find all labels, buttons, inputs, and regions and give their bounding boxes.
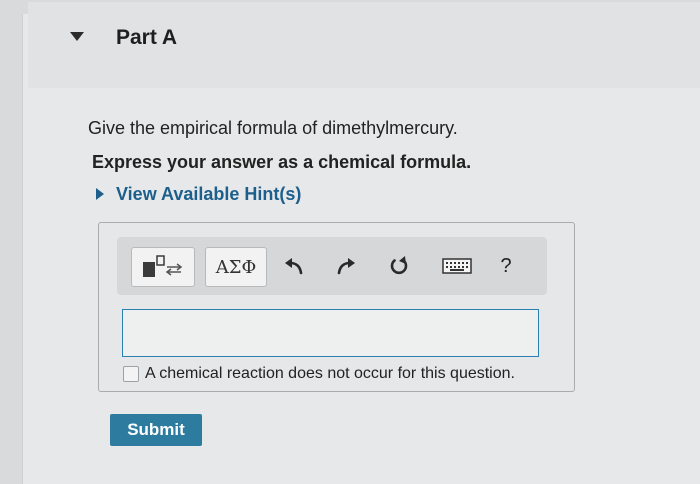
collapse-caret-icon[interactable] <box>70 32 84 41</box>
answer-box: ΑΣΦ ? A chemical reaction does not occur… <box>98 222 575 392</box>
keyboard-button[interactable] <box>437 247 477 285</box>
redo-button[interactable] <box>329 247 363 285</box>
redo-icon <box>337 258 355 275</box>
undo-icon <box>285 258 303 275</box>
submit-button[interactable]: Submit <box>110 414 202 446</box>
template-icon <box>143 255 183 277</box>
answer-instruction: Express your answer as a chemical formul… <box>92 152 472 172</box>
no-reaction-option[interactable]: A chemical reaction does not occur for t… <box>123 363 515 385</box>
undo-button[interactable] <box>277 247 311 285</box>
formula-toolbar: ΑΣΦ ? <box>117 237 547 295</box>
template-button[interactable] <box>131 247 195 287</box>
greek-symbols-button[interactable]: ΑΣΦ <box>205 247 267 287</box>
no-reaction-checkbox[interactable] <box>123 366 139 382</box>
view-hints-toggle[interactable]: View Available Hint(s) <box>96 182 301 206</box>
answer-input[interactable] <box>122 309 539 357</box>
part-title: Part A <box>116 26 178 49</box>
no-reaction-label[interactable]: A chemical reaction does not occur for t… <box>145 365 515 383</box>
keyboard-icon <box>442 258 472 274</box>
question-prompt: Give the empirical formula of dimethylme… <box>88 118 458 138</box>
reset-icon <box>390 256 408 275</box>
part-header[interactable]: Part A <box>28 2 700 88</box>
expand-caret-icon <box>96 188 104 200</box>
reset-button[interactable] <box>382 247 416 285</box>
view-hints-label[interactable]: View Available Hint(s) <box>116 184 301 205</box>
help-button[interactable]: ? <box>489 247 523 285</box>
